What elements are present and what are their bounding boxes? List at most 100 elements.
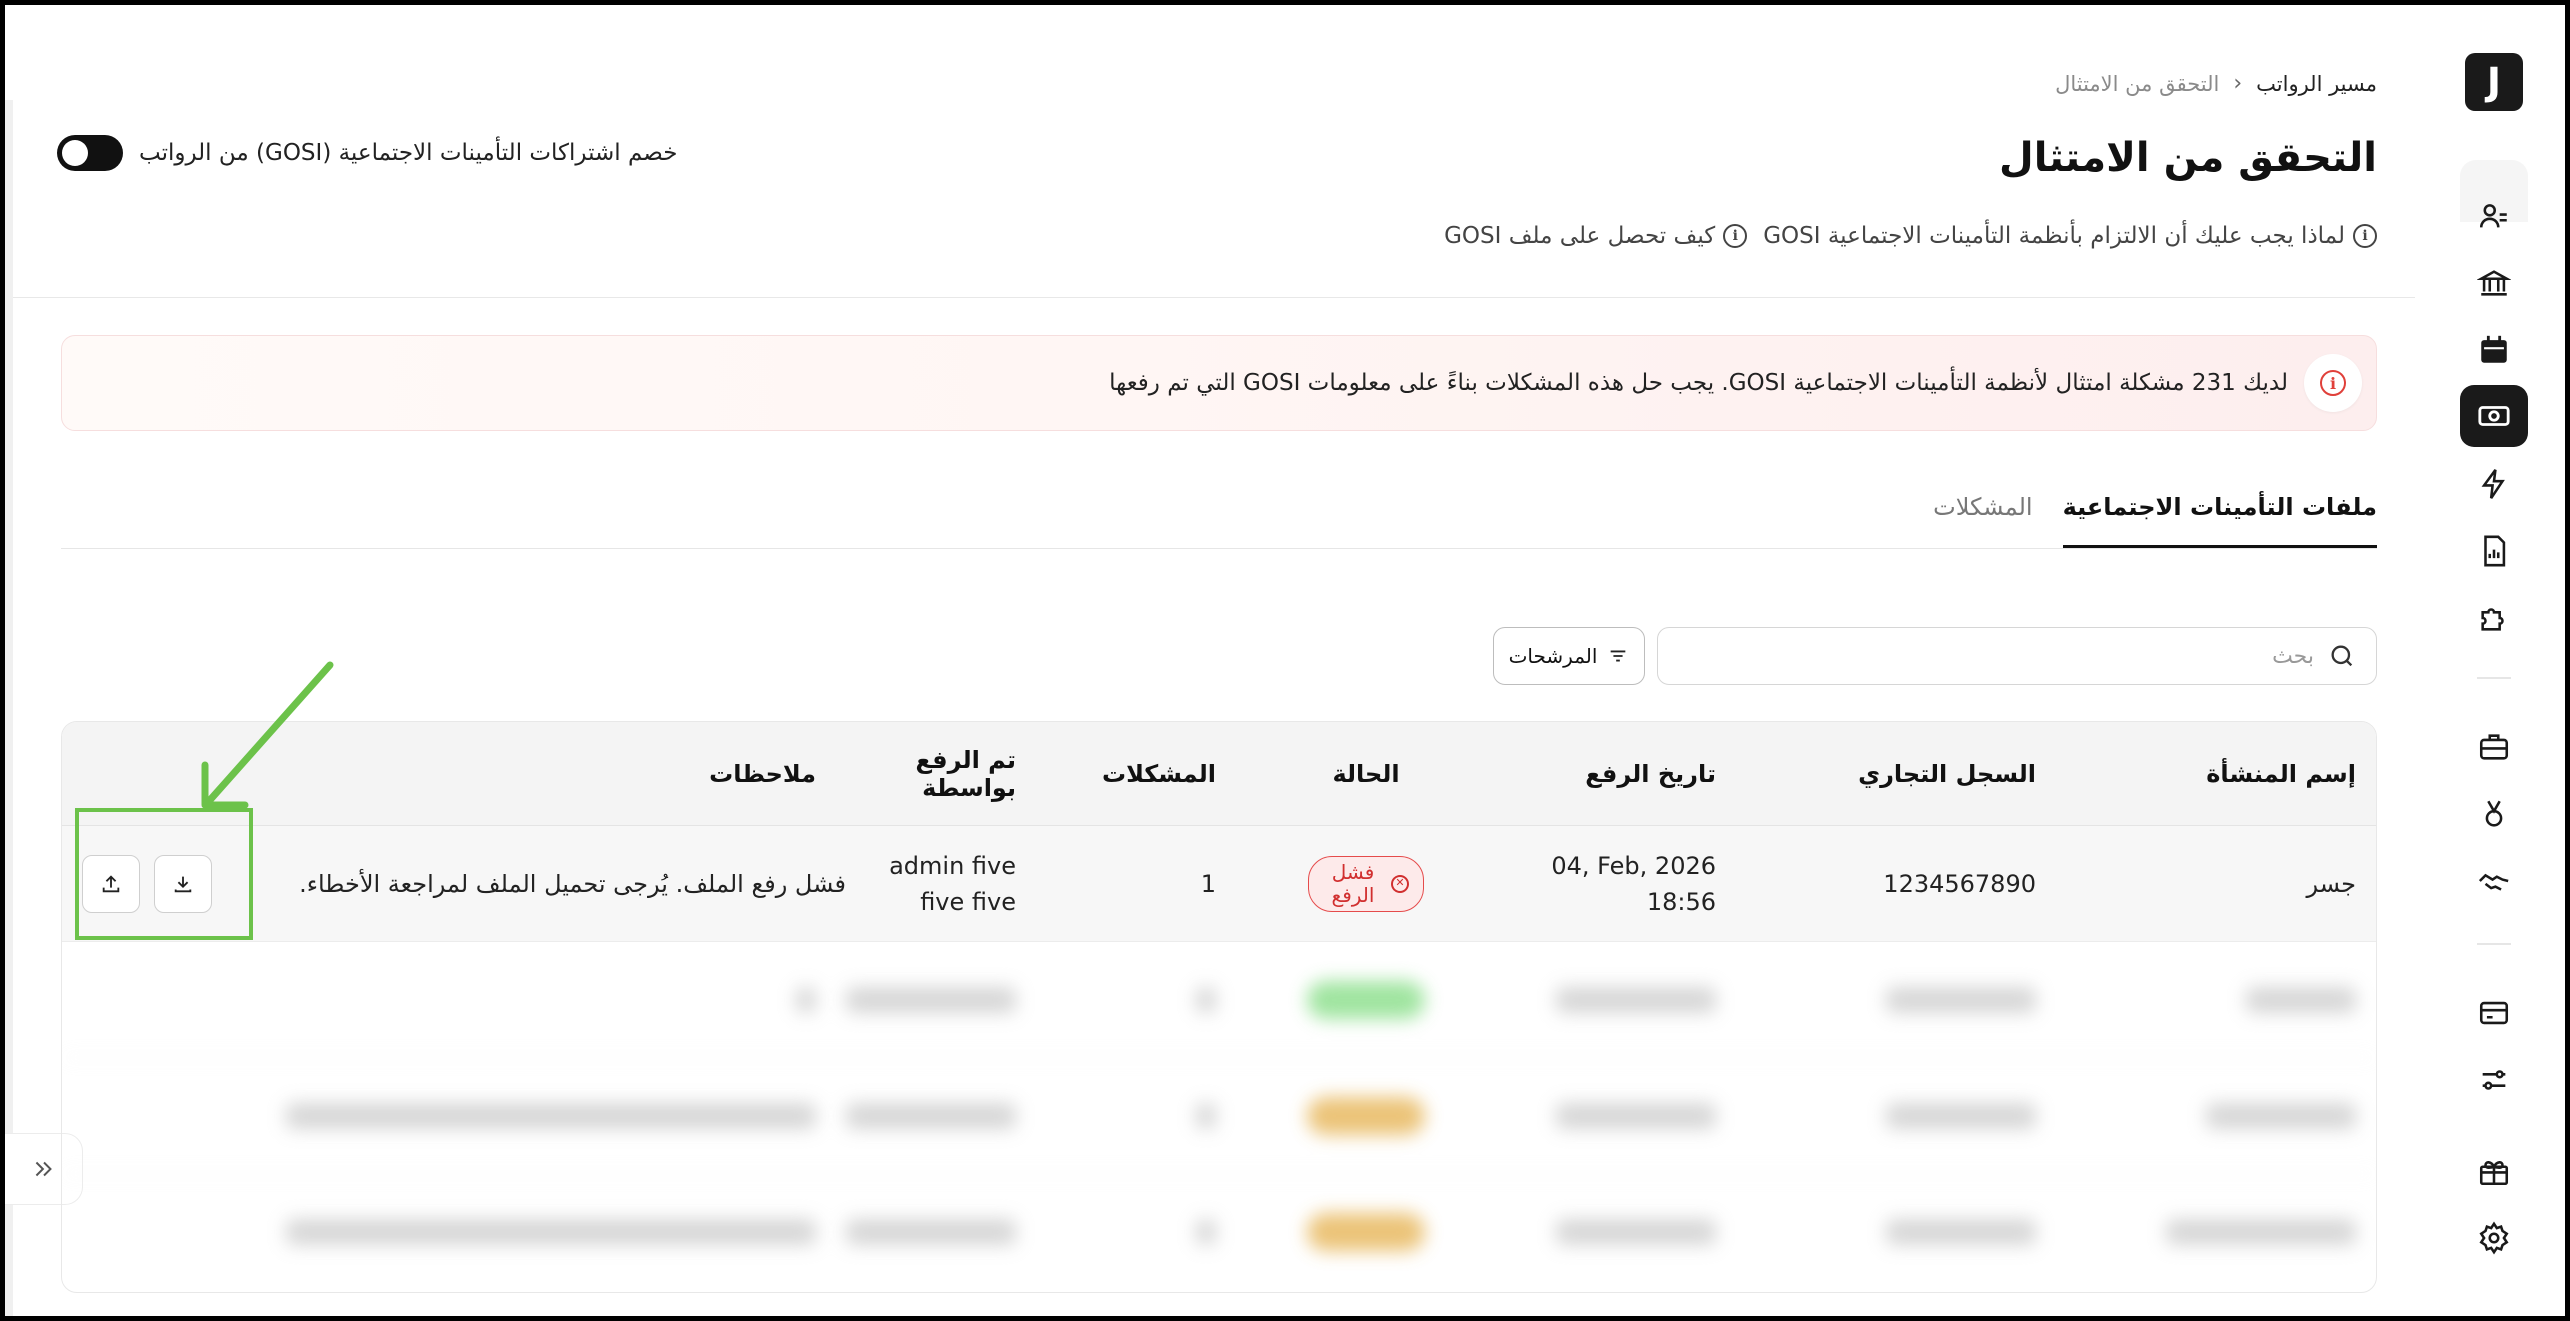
sliders-icon (2482, 1070, 2506, 1090)
blur-status (1216, 1213, 1516, 1251)
rail-integrations[interactable] (2460, 587, 2528, 649)
blur-status (1216, 980, 1516, 1019)
upload-button[interactable] (82, 854, 140, 913)
cell-uploaded-by: admin five five five (889, 851, 1016, 916)
alert-icon-wrap: i (2304, 354, 2362, 412)
rail-rewards[interactable] (2460, 783, 2528, 845)
rail-employees[interactable] (2460, 185, 2528, 247)
blur-status-pill (1307, 1213, 1425, 1251)
why-gosi-label: لماذا يجب عليك أن الالتزام بأنظمة التأمي… (1763, 223, 2345, 249)
blur-by (816, 1219, 1016, 1245)
header-divider (13, 297, 2415, 298)
blur-reg (1716, 1219, 2036, 1245)
credit-card-icon (2479, 1001, 2509, 1025)
search-box (1657, 627, 2377, 685)
cell-name: جسر (2306, 869, 2357, 898)
alert-info-icon: i (2320, 370, 2346, 396)
page-title: التحقق من الامتثال (1999, 135, 2377, 181)
report-icon (2484, 535, 2506, 567)
breadcrumb-parent[interactable]: مسير الرواتب (2256, 72, 2377, 96)
blur-date (1516, 1219, 1716, 1245)
x-circle-icon: ✕ (1391, 874, 1409, 893)
search-input[interactable] (1678, 643, 2314, 669)
rail-billing[interactable] (2460, 982, 2528, 1044)
gosi-toggle[interactable] (57, 135, 123, 171)
cell-date-day: 04, Feb, 2026 (1551, 851, 1716, 880)
rail-gifts[interactable] (2460, 1140, 2528, 1202)
info-icon: i (1723, 224, 1748, 248)
handshake-icon (2478, 873, 2509, 891)
rail-partners[interactable] (2460, 850, 2528, 912)
blur-name (2036, 986, 2376, 1013)
rail-jobs[interactable] (2460, 716, 2528, 778)
app-window: مسير الرواتب ‹ التحقق من الامتثال التحقق… (5, 5, 2565, 1316)
chevron-left-icon: ‹ (2233, 71, 2243, 96)
rail-bank[interactable] (2460, 252, 2528, 314)
download-icon (174, 876, 192, 892)
upload-icon (102, 874, 120, 892)
tabs: ملفات التأمينات الاجتماعية المشكلات (61, 489, 2377, 549)
col-name: إسم المنشأة (2206, 759, 2356, 788)
rail-settings[interactable] (2460, 1207, 2528, 1269)
filters-label: المرشحات (1508, 644, 1598, 668)
search-icon (2331, 645, 2353, 667)
medal-icon (2485, 800, 2503, 827)
blur-issues (1016, 1102, 1216, 1129)
col-issues: المشكلات (1101, 759, 1216, 788)
breadcrumb-current: التحقق من الامتثال (2055, 71, 2220, 96)
bank-icon (2477, 270, 2511, 296)
app-logo[interactable]: J (2465, 53, 2523, 111)
row-actions (62, 854, 286, 913)
blur-name (2036, 1219, 2376, 1245)
col-by: تم الرفع بواسطة (915, 745, 1016, 802)
rail-reports[interactable] (2460, 520, 2528, 582)
main-content: مسير الرواتب ‹ التحقق من الامتثال التحقق… (5, 5, 2415, 1316)
help-links: i لماذا يجب عليك أن الالتزام بأنظمة التأ… (1444, 223, 2377, 249)
tab-gosi-files[interactable]: ملفات التأمينات الاجتماعية (2062, 489, 2377, 548)
cell-reg: 1234567890 (1883, 869, 2036, 898)
gosi-deduction-setting: خصم اشتراكات التأمينات الاجتماعية (GOSI)… (57, 135, 677, 171)
blur-by (816, 1102, 1016, 1129)
gosi-toggle-label: خصم اشتراكات التأمينات الاجتماعية (GOSI)… (139, 140, 678, 166)
col-date: تاريخ الرفع (1585, 759, 1716, 788)
col-status: الحالة (1332, 759, 1400, 788)
money-icon (2478, 406, 2510, 426)
why-gosi-link[interactable]: i لماذا يجب عليك أن الالتزام بأنظمة التأ… (1763, 223, 2377, 249)
cell-date: 04, Feb, 2026 18:56 (1516, 848, 1716, 920)
table-row[interactable]: جسر 1234567890 04, Feb, 2026 18:56 ✕ فشل… (62, 826, 2376, 942)
blur-date (1516, 986, 1716, 1013)
filter-icon (1611, 650, 1626, 662)
blur-name (2036, 1102, 2376, 1129)
users-icon (2479, 204, 2507, 228)
blur-notes (256, 1102, 816, 1129)
col-notes: ملاحظات (709, 759, 816, 788)
tab-issues[interactable]: المشكلات (1933, 489, 2032, 548)
blur-reg (1716, 986, 2036, 1013)
cell-issues: 1 (1200, 869, 1216, 898)
info-icon: i (2353, 224, 2377, 248)
blur-status-pill (1307, 980, 1425, 1019)
rail-settings-sliders[interactable] (2460, 1049, 2528, 1111)
cell-notes: فشل رفع الملف. يُرجى تحميل الملف لمراجعة… (299, 869, 846, 898)
rail-payroll[interactable] (2460, 385, 2528, 447)
blur-status (1216, 1096, 1516, 1135)
gosi-files-table: إسم المنشأة السجل التجاري تاريخ الرفع ال… (61, 721, 2377, 1293)
breadcrumb: مسير الرواتب ‹ التحقق من الامتثال (2055, 71, 2377, 96)
calendar-icon (2481, 335, 2507, 363)
blur-notes (256, 1219, 816, 1245)
how-gosi-label: كيف تحصل على ملف GOSI (1444, 223, 1716, 249)
table-row-blurred (62, 942, 2376, 1058)
blur-issues (1016, 986, 1216, 1013)
table-row-blurred (62, 1174, 2376, 1290)
gift-icon (2479, 1161, 2509, 1186)
download-button[interactable] (154, 854, 212, 913)
how-gosi-link[interactable]: i كيف تحصل على ملف GOSI (1444, 223, 1748, 249)
rail-divider (2477, 677, 2511, 679)
puzzle-icon (2481, 608, 2504, 631)
rail-calendar[interactable] (2460, 319, 2528, 381)
rail-automation[interactable] (2460, 453, 2528, 515)
filters-button[interactable]: المرشحات (1493, 627, 1645, 685)
blur-reg (1716, 1102, 2036, 1129)
rail-divider (2477, 943, 2511, 945)
gear-icon (2479, 1221, 2509, 1255)
